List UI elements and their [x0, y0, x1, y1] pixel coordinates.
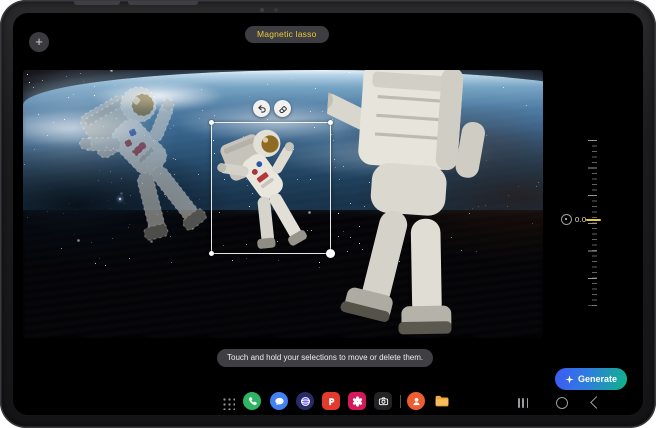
- chat-bubble-icon: [274, 396, 285, 407]
- app-icon-penup[interactable]: [322, 392, 340, 410]
- nav-back-button[interactable]: [590, 396, 603, 409]
- taskbar-divider: [400, 395, 401, 408]
- selection-handle-bottom-left[interactable]: [209, 251, 214, 256]
- camera-icon: [378, 396, 389, 407]
- ai-sparkle-icon: [565, 375, 574, 384]
- selection-box[interactable]: [211, 122, 331, 254]
- nav-home-button[interactable]: [556, 397, 568, 409]
- sensor-dot: [274, 8, 278, 12]
- rotation-ruler[interactable]: [592, 140, 597, 306]
- recent-app-contacts[interactable]: [407, 392, 425, 410]
- app-icon-messages[interactable]: [270, 392, 288, 410]
- rotation-value: 0.0: [575, 215, 586, 224]
- front-camera: [260, 8, 264, 12]
- hint-toast: Touch and hold your selections to move o…: [217, 349, 433, 367]
- app-icon-samsung-internet[interactable]: [296, 392, 314, 410]
- photo-canvas[interactable]: [23, 70, 543, 338]
- volume-button: [128, 1, 198, 5]
- rotation-readout: 0.0: [561, 214, 586, 225]
- eraser-icon: [278, 104, 288, 114]
- selection-handle-top-right[interactable]: [328, 120, 333, 125]
- globe-icon: [300, 396, 311, 407]
- generate-label: Generate: [578, 374, 617, 384]
- selection-handle-top-left[interactable]: [209, 120, 214, 125]
- rotate-dial-icon: [561, 214, 572, 225]
- undo-arrow-icon: [257, 104, 267, 114]
- rotation-marker: [586, 219, 601, 221]
- tablet-screen: + Magnetic lasso: [13, 13, 643, 415]
- app-icon-gallery[interactable]: [348, 392, 366, 410]
- generate-button[interactable]: Generate: [555, 368, 627, 390]
- person-icon: [411, 396, 422, 407]
- recent-app-my-files[interactable]: [433, 392, 451, 410]
- tool-mode-pill[interactable]: Magnetic lasso: [245, 26, 329, 43]
- pinwheel-flower-icon: [352, 396, 363, 407]
- app-grid-icon[interactable]: [222, 397, 235, 410]
- add-selection-button[interactable]: +: [29, 32, 49, 52]
- folder-icon: [434, 393, 450, 409]
- selection-handle-bottom-right[interactable]: [326, 249, 335, 258]
- app-icon-phone[interactable]: [243, 392, 261, 410]
- tablet-frame: + Magnetic lasso: [0, 0, 656, 428]
- nav-recents-button[interactable]: [518, 398, 530, 408]
- app-icon-camera[interactable]: [374, 392, 392, 410]
- power-button: [74, 1, 120, 5]
- eraser-button[interactable]: [274, 100, 291, 117]
- undo-button[interactable]: [253, 100, 270, 117]
- phone-icon: [247, 396, 258, 407]
- astronaut-large[interactable]: [311, 70, 523, 338]
- pen-p-icon: [326, 396, 337, 407]
